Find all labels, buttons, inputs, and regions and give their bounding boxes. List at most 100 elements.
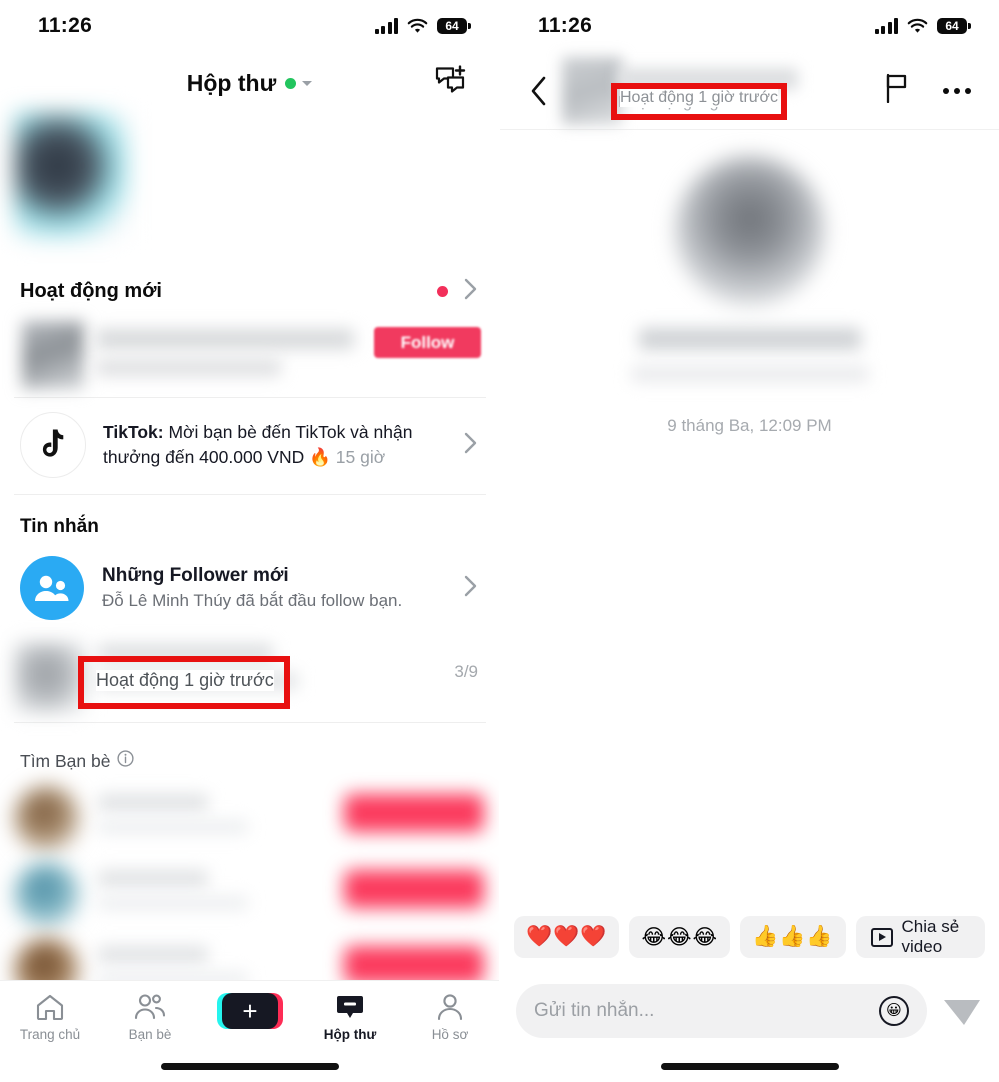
- tab-profile[interactable]: Hồ sơ: [406, 993, 494, 1042]
- hearts-reaction[interactable]: ❤️❤️❤️: [514, 916, 620, 958]
- story-thumbnail[interactable]: [14, 112, 129, 240]
- tiktok-note-icon: [20, 412, 86, 478]
- date-separator: 9 tháng Ba, 12:09 PM: [667, 416, 832, 435]
- list-item[interactable]: [0, 856, 499, 934]
- avatar[interactable]: [562, 56, 622, 125]
- inbox-title-group[interactable]: Hộp thư: [186, 69, 313, 97]
- new-activity-section: Hoạt động mới Follow TikTok: Mời bạn bè …: [0, 262, 499, 495]
- tab-home-label: Trang chủ: [19, 1027, 81, 1042]
- find-friends-section: Tìm Bạn bè: [0, 738, 499, 1004]
- inbox-screen: 11:26 64 Hộp thư Hoạt động mới Follow Ti…: [0, 0, 500, 1082]
- messages-section-title: Tin nhắn: [20, 516, 99, 537]
- inbox-header: Hộp thư: [0, 52, 499, 114]
- page-title: Hộp thư: [186, 69, 277, 96]
- status-time: 11:26: [38, 14, 93, 37]
- laughing-reaction[interactable]: 😂😂😂: [629, 916, 731, 958]
- dual-screenshot-container: 11:26 64 Hộp thư Hoạt động mới Follow Ti…: [0, 0, 999, 1082]
- follow-button[interactable]: [344, 870, 484, 908]
- online-status-dot: [285, 77, 297, 89]
- message-input-pill[interactable]: 😀: [516, 984, 927, 1038]
- tab-friends[interactable]: Bạn bè: [106, 993, 194, 1042]
- tab-home[interactable]: Trang chủ: [6, 993, 94, 1042]
- profile-handle-redacted: [630, 366, 869, 382]
- tab-create[interactable]: +: [206, 993, 294, 1029]
- share-video-button[interactable]: Chia sẻ video: [855, 916, 985, 958]
- cellular-bars-icon: [874, 18, 898, 34]
- chevron-right-icon[interactable]: [464, 432, 478, 459]
- profile-preview[interactable]: [500, 130, 999, 382]
- video-play-box-icon: [870, 927, 893, 947]
- info-circle-icon[interactable]: [117, 750, 135, 772]
- conversation-screen: 11:26 64 Hoạt động 1 giờ trước 9 tháng B…: [500, 0, 999, 1082]
- tiktok-notice-text: TikTok: Mời bạn bè đến TikTok và nhận th…: [103, 420, 447, 471]
- new-message-icon[interactable]: [435, 65, 469, 101]
- avatar: [14, 786, 80, 852]
- more-dots-icon[interactable]: [943, 87, 971, 94]
- thumbsup-reaction[interactable]: 👍👍👍: [740, 916, 846, 958]
- follow-button[interactable]: [344, 794, 484, 832]
- flag-icon[interactable]: [885, 73, 909, 108]
- message-count: 3/9: [454, 662, 478, 681]
- new-activity-header[interactable]: Hoạt động mới: [0, 262, 499, 315]
- chevron-right-icon[interactable]: [464, 575, 478, 602]
- avatar: [22, 321, 84, 389]
- message-composer: 😀: [500, 984, 999, 1038]
- status-time: 11:26: [538, 14, 593, 37]
- tiktok-notice-time: 15 giờ: [335, 447, 386, 467]
- cellular-bars-icon: [374, 18, 398, 34]
- annotation-label: Hoạt động 1 giờ trước: [96, 670, 274, 691]
- status-bar: 11:26 64: [500, 0, 999, 52]
- subtitle-redacted: [98, 896, 248, 910]
- activity-subtitle-redacted: [96, 359, 281, 376]
- wifi-icon: [907, 18, 928, 34]
- message-list: Binz Nhấn và giữ để tương tác: [500, 462, 999, 882]
- home-indicator: [660, 1063, 839, 1070]
- tab-inbox[interactable]: Hộp thư: [306, 993, 394, 1042]
- name-redacted: [98, 870, 208, 887]
- follow-button[interactable]: Follow: [374, 327, 481, 358]
- activity-title-redacted: [96, 329, 354, 349]
- activity-item-row[interactable]: Follow: [0, 315, 499, 397]
- avatar: [14, 862, 80, 928]
- home-icon: [36, 994, 64, 1021]
- conversation-name-redacted: [98, 644, 273, 662]
- find-friends-title: Tìm Bạn bè: [20, 750, 111, 771]
- new-followers-row[interactable]: Những Follower mới Đỗ Lê Minh Thúy đã bắ…: [0, 548, 499, 634]
- new-followers-title: Những Follower mới: [102, 565, 289, 586]
- bottom-tab-bar: Trang chủ Bạn bè + Hộp thư Hồ sơ: [0, 980, 499, 1082]
- chevron-right-icon[interactable]: [464, 278, 478, 305]
- new-activity-title: Hoạt động mới: [20, 280, 162, 302]
- annotation-label: Hoạt động 1 giờ trước: [620, 89, 778, 107]
- avatar[interactable]: [674, 156, 825, 306]
- find-friends-header: Tìm Bạn bè: [0, 738, 499, 780]
- home-indicator: [161, 1063, 339, 1070]
- divider: [14, 722, 486, 723]
- person-icon: [437, 994, 463, 1021]
- status-bar: 11:26 64: [0, 0, 499, 52]
- list-item[interactable]: [0, 780, 499, 858]
- battery-icon: 64: [937, 18, 967, 34]
- friends-icon: [134, 994, 166, 1020]
- people-icon: [20, 556, 84, 620]
- avatar: [14, 642, 86, 714]
- send-button[interactable]: [941, 990, 983, 1032]
- status-indicators: 64: [374, 18, 467, 34]
- chevron-down-icon[interactable]: [302, 80, 313, 86]
- back-button[interactable]: [522, 76, 556, 106]
- tab-friends-label: Bạn bè: [128, 1027, 172, 1042]
- name-redacted: [98, 794, 208, 811]
- smiley-icon[interactable]: 😀: [879, 996, 909, 1026]
- tiktok-notice-row[interactable]: TikTok: Mời bạn bè đến TikTok và nhận th…: [0, 398, 499, 494]
- new-followers-subtitle: Đỗ Lê Minh Thúy đã bắt đầu follow bạn.: [102, 591, 403, 610]
- follow-button[interactable]: [344, 946, 484, 984]
- profile-name-redacted: [638, 328, 861, 350]
- contact-name-redacted: [618, 68, 798, 90]
- status-indicators: 64: [874, 18, 967, 34]
- name-redacted: [98, 946, 208, 963]
- subtitle-redacted: [98, 820, 248, 834]
- wifi-icon: [407, 18, 428, 34]
- message-input[interactable]: [534, 1000, 879, 1022]
- find-friends-list: [0, 780, 499, 1004]
- plus-create-icon[interactable]: +: [217, 993, 283, 1029]
- share-video-label: Chia sẻ video: [901, 917, 960, 956]
